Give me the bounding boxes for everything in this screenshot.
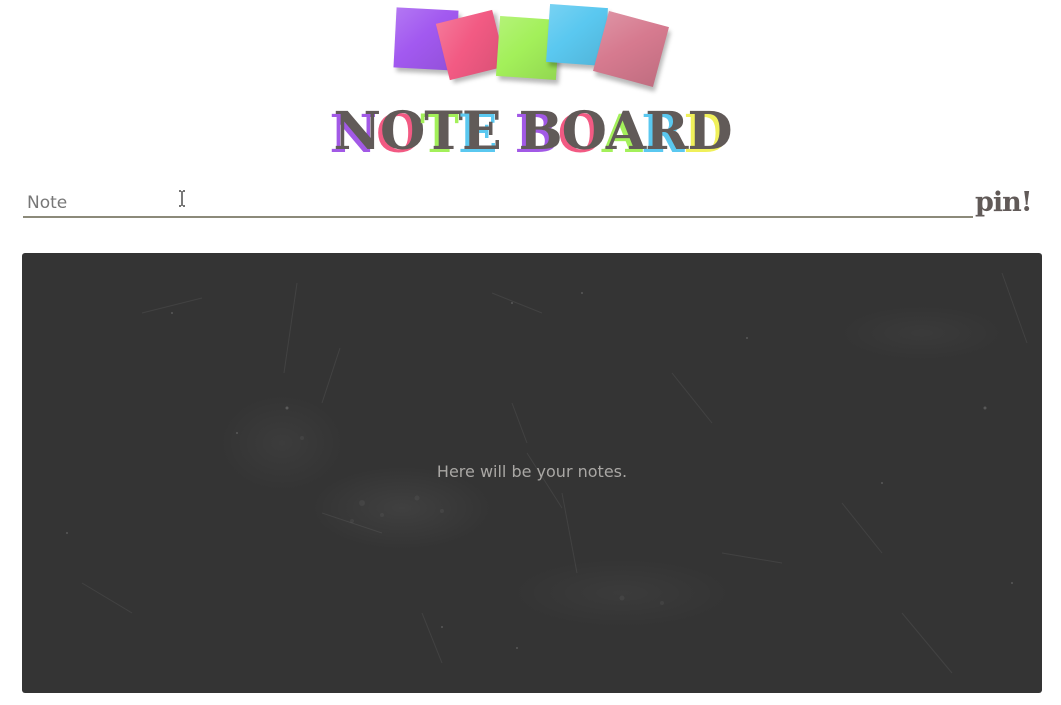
logo-letter: N (333, 101, 381, 162)
logo-letter: B (518, 101, 563, 162)
logo-letter: A (605, 101, 646, 162)
logo-letter: D (687, 101, 732, 162)
logo-title: NOTE BOARD (330, 102, 735, 162)
board-placeholder-text: Here will be your notes. (436, 462, 628, 481)
text-cursor-icon (179, 190, 185, 207)
pin-button[interactable]: pin! (975, 183, 1045, 221)
logo-letter: O (561, 101, 607, 162)
notes-board: Here will be your notes. (22, 253, 1042, 693)
note-input[interactable] (23, 186, 973, 218)
logo-letter: E (461, 101, 502, 162)
logo-letter: R (645, 101, 688, 162)
note-board-app: NOTEBOARD pin! (0, 0, 1061, 705)
logo-letter: T (424, 101, 463, 162)
logo-letter: O (379, 101, 425, 162)
logo-sticky-notes (380, 2, 680, 94)
